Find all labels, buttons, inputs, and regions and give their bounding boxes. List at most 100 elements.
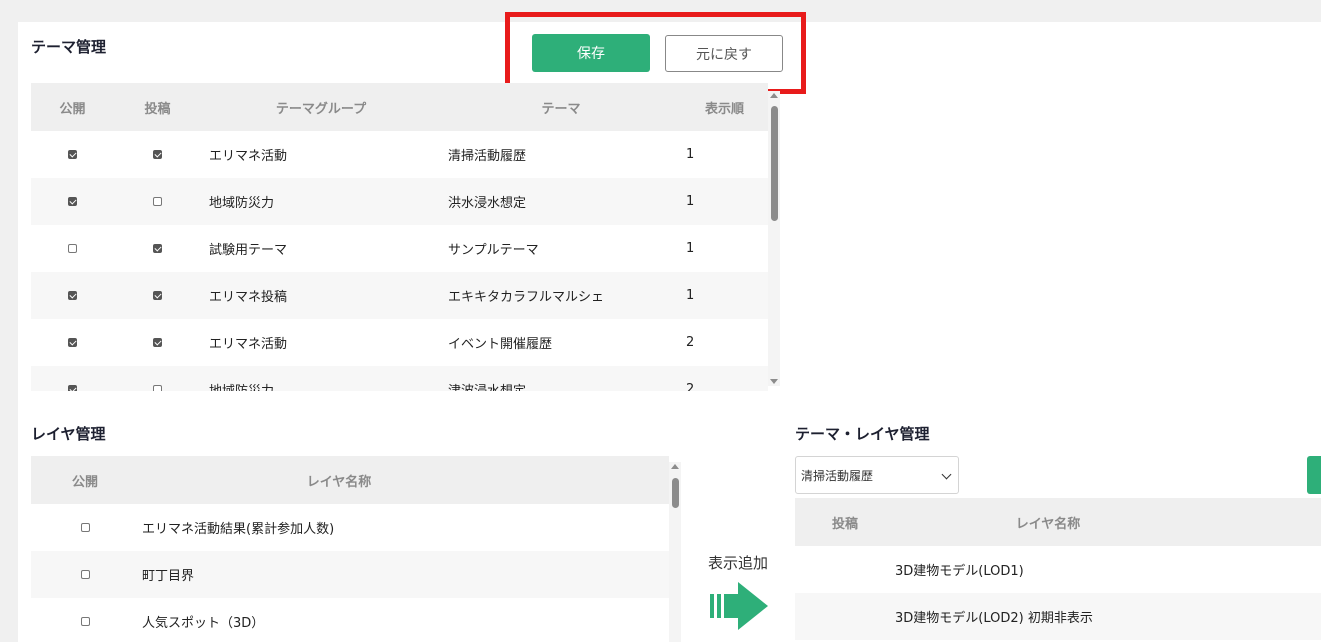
theme-cell: イベント開催履歴 — [448, 337, 553, 352]
theme-group-cell: エリマネ活動 — [209, 337, 288, 352]
public-cell — [31, 520, 139, 535]
public-cell — [31, 382, 114, 391]
theme-group-cell: エリマネ投稿 — [209, 290, 288, 305]
chevron-down-icon — [941, 469, 952, 480]
scroll-thumb[interactable] — [771, 106, 778, 221]
public-cell — [31, 288, 114, 303]
table-row: 町丁目界 — [31, 551, 669, 598]
table-row: 3D建物モデル(LOD1) — [795, 546, 1321, 593]
theme-section-title: テーマ管理 — [31, 38, 107, 56]
theme-select[interactable]: 清掃活動履歴 — [795, 456, 959, 494]
scroll-up-arrow-icon[interactable] — [770, 93, 778, 98]
add-display-arrow-icon[interactable] — [710, 580, 770, 632]
post-cell — [114, 335, 201, 350]
display-order-cell: 1 — [686, 194, 695, 209]
add-display-label: 表示追加 — [708, 554, 769, 572]
post-cell — [114, 147, 201, 162]
display-order-cell: 1 — [686, 241, 695, 256]
theme-cell: 洪水浸水想定 — [448, 196, 527, 211]
checkbox[interactable] — [80, 570, 90, 579]
layer-section-title: レイヤ管理 — [31, 425, 106, 443]
display-order-cell: 2 — [686, 382, 695, 391]
checkbox[interactable] — [80, 617, 90, 626]
column-header-theme[interactable]: テーマ — [441, 98, 681, 117]
table-row: エリマネ活動 清掃活動履歴 1 — [31, 131, 768, 178]
post-cell — [114, 382, 201, 391]
table-row: 地域防災力津波浸水想定 2 — [31, 366, 768, 391]
revert-button[interactable]: 元に戻す — [665, 35, 783, 72]
layer-name-cell: 3D建物モデル(LOD2) 初期非表示 — [895, 611, 1093, 626]
theme-layer-table-body: 3D建物モデル(LOD1) 3D建物モデル(LOD2) 初期非表示 — [795, 546, 1321, 640]
public-cell — [31, 567, 139, 582]
layer-table-header: 公開 レイヤ名称 — [31, 456, 669, 504]
theme-cell: エキキタカラフルマルシェ — [448, 290, 605, 305]
post-cell — [114, 288, 201, 303]
checkbox[interactable] — [153, 291, 162, 300]
app-frame: テーマ管理 保存 元に戻す 公開 投稿 テーマグループ テーマ 表示順 エリマネ… — [0, 0, 1321, 642]
public-cell — [31, 614, 139, 629]
layer-name-cell: 町丁目界 — [142, 569, 195, 584]
theme-select-value: 清掃活動履歴 — [801, 468, 874, 483]
display-order-cell: 1 — [686, 147, 695, 162]
column-header-public[interactable]: 公開 — [31, 98, 114, 117]
theme-layer-table: 投稿 レイヤ名称 3D建物モデル(LOD1) 3D建物モデル(LOD2) 初期非表… — [795, 498, 1321, 642]
layer-table: 公開 レイヤ名称 エリマネ活動結果(累計参加人数) 町丁目界人気スポット（3D） — [31, 456, 669, 642]
table-row: エリマネ活動 イベント開催履歴 2 — [31, 319, 768, 366]
checkbox[interactable] — [80, 523, 90, 532]
checkbox[interactable] — [153, 385, 162, 391]
theme-group-cell: 地域防災力 — [201, 380, 441, 391]
scroll-thumb[interactable] — [672, 478, 679, 508]
table-row: 地域防災力 洪水浸水想定 1 — [31, 178, 768, 225]
theme-table-scrollbar[interactable] — [768, 91, 780, 386]
column-header-display-order[interactable]: 表示順 — [681, 98, 768, 117]
checkbox[interactable] — [68, 244, 77, 253]
checkbox[interactable] — [153, 197, 162, 206]
checkbox[interactable] — [153, 244, 162, 253]
scroll-up-arrow-icon[interactable] — [671, 464, 679, 469]
scroll-down-arrow-icon[interactable] — [770, 379, 778, 384]
post-cell — [114, 194, 201, 209]
column-header-layer-name[interactable]: レイヤ名称 — [895, 513, 1321, 532]
theme-group-cell: 地域防災力 — [209, 196, 275, 211]
column-header-layer-name[interactable]: レイヤ名称 — [139, 471, 669, 490]
theme-group-cell: 試験用テーマ — [209, 243, 288, 258]
public-cell — [31, 241, 114, 256]
table-row: 人気スポット（3D） — [31, 598, 669, 642]
display-order-cell: 1 — [686, 288, 695, 303]
column-header-theme-group[interactable]: テーマグループ — [201, 98, 441, 117]
checkbox[interactable] — [68, 197, 77, 206]
layer-table-body: エリマネ活動結果(累計参加人数) 町丁目界人気スポット（3D） — [31, 504, 669, 642]
checkbox[interactable] — [68, 291, 77, 300]
table-row: 試験用テーマ サンプルテーマ 1 — [31, 225, 768, 272]
layer-name-cell: エリマネ活動結果(累計参加人数) — [142, 522, 335, 537]
column-header-post[interactable]: 投稿 — [795, 513, 895, 532]
layer-name-cell: 3D建物モデル(LOD1) — [895, 564, 1024, 579]
theme-group-cell: エリマネ活動 — [209, 149, 288, 164]
theme-cell: 津波浸水想定 — [441, 380, 681, 391]
checkbox[interactable] — [153, 338, 162, 347]
theme-cell: サンプルテーマ — [448, 243, 539, 258]
checkbox[interactable] — [68, 385, 77, 391]
table-row: エリマネ活動結果(累計参加人数) — [31, 504, 669, 551]
theme-table-header: 公開 投稿 テーマグループ テーマ 表示順 — [31, 83, 768, 131]
public-cell — [31, 147, 114, 162]
display-order-cell: 2 — [686, 335, 695, 350]
green-action-button[interactable] — [1307, 456, 1321, 494]
table-row: 3D建物モデル(LOD2) 初期非表示 — [795, 593, 1321, 640]
public-cell — [31, 194, 114, 209]
layer-name-cell: 人気スポット（3D） — [142, 616, 265, 631]
public-cell — [31, 335, 114, 350]
checkbox[interactable] — [68, 338, 77, 347]
theme-layer-section-title: テーマ・レイヤ管理 — [795, 425, 930, 443]
column-header-public[interactable]: 公開 — [31, 471, 139, 490]
theme-cell: 清掃活動履歴 — [448, 149, 527, 164]
save-button[interactable]: 保存 — [532, 34, 650, 72]
checkbox[interactable] — [153, 150, 162, 159]
layer-table-scrollbar[interactable] — [669, 462, 681, 642]
table-row: エリマネ投稿 エキキタカラフルマルシェ 1 — [31, 272, 768, 319]
theme-table-body: エリマネ活動 清掃活動履歴 1 地域防災力 洪水浸水想定 1 試験用テーマ サンプルテーマ 1 エ… — [31, 131, 768, 391]
checkbox[interactable] — [68, 150, 77, 159]
theme-table: 公開 投稿 テーマグループ テーマ 表示順 エリマネ活動 清掃活動履歴 1 地域防災力… — [31, 83, 768, 391]
column-header-post[interactable]: 投稿 — [114, 98, 201, 117]
post-cell — [114, 241, 201, 256]
